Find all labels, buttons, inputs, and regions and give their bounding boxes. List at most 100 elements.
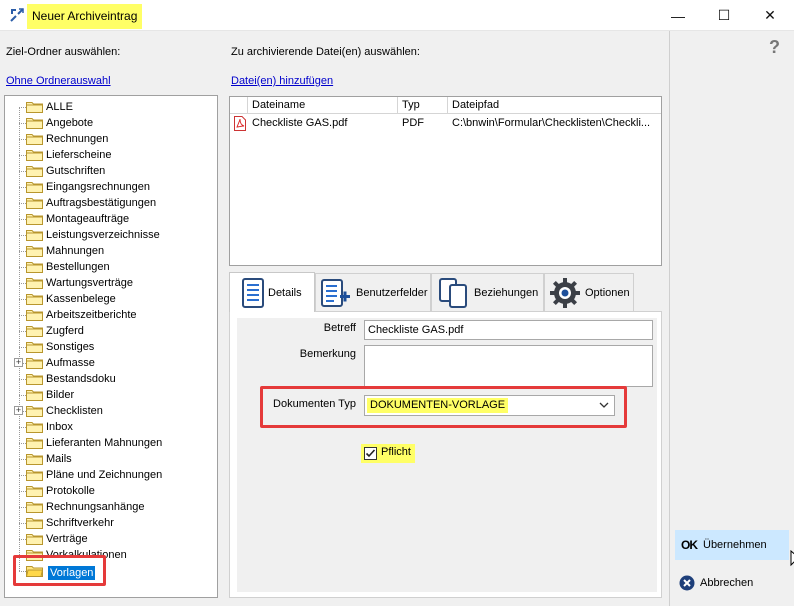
folder-tree-item[interactable]: + Checklisten (5, 403, 215, 419)
folder-icon (26, 262, 43, 273)
maximize-button[interactable]: ☐ (701, 0, 747, 31)
tree-connector (19, 139, 26, 140)
folder-tree-item[interactable]: Bilder (5, 387, 215, 403)
bemerkung-field[interactable] (364, 345, 653, 387)
folder-tree-item[interactable]: Bestellungen (5, 259, 215, 275)
pflicht-checkbox[interactable]: Pflicht (361, 444, 415, 463)
doktyp-value: DOKUMENTEN-VORLAGE (367, 398, 509, 413)
folder-icon (26, 278, 43, 289)
folder-tree-item[interactable]: + Aufmasse (5, 355, 215, 371)
tab-details-label: Details (268, 286, 302, 299)
folder-tree-item[interactable]: Montageaufträge (5, 211, 215, 227)
folder-tree-item[interactable]: Gutschriften (5, 163, 215, 179)
close-icon: ✕ (764, 7, 776, 23)
tree-connector (19, 427, 26, 428)
tab-options[interactable]: Optionen (544, 273, 634, 311)
folder-tree-item[interactable]: Kassenbelege (5, 291, 215, 307)
column-header-path[interactable]: Dateipfad (448, 97, 661, 114)
no-folder-link[interactable]: Ohne Ordnerauswahl (6, 75, 111, 87)
folder-tree-item[interactable]: Protokolle (5, 483, 215, 499)
folder-tree-item[interactable]: Inbox (5, 419, 215, 435)
folder-tree-item-label: Rechnungsanhänge (46, 501, 145, 513)
column-header-filename[interactable]: Dateiname (248, 97, 398, 114)
folder-icon (26, 454, 43, 465)
minimize-button[interactable]: — (655, 0, 701, 31)
folder-icon (26, 438, 43, 449)
betreff-field[interactable]: Checkliste GAS.pdf (364, 320, 653, 340)
window-title: Neuer Archiveintrag (27, 4, 143, 29)
folder-tree-item-label: Protokolle (46, 485, 95, 497)
help-icon[interactable]: ? (769, 37, 780, 58)
file-name-cell: Checkliste GAS.pdf (252, 117, 348, 129)
doktyp-dropdown[interactable]: DOKUMENTEN-VORLAGE (364, 395, 615, 416)
file-path-cell: C:\bnwin\Formular\Checklisten\Checkli... (452, 117, 651, 129)
folder-tree-item-label: Zugferd (46, 325, 84, 337)
folder-icon (26, 166, 43, 177)
folder-icon (26, 150, 43, 161)
relations-icon (439, 277, 467, 308)
folder-tree-item[interactable]: Arbeitszeitberichte (5, 307, 215, 323)
files-heading: Zu archivierende Datei(en) auswählen: (231, 46, 420, 58)
folder-tree-item[interactable]: Rechnungsanhänge (5, 499, 215, 515)
ok-button[interactable]: OK Übernehmen (675, 530, 789, 560)
folder-tree-item[interactable]: Leistungsverzeichnisse (5, 227, 215, 243)
folder-tree-item[interactable]: Pläne und Zeichnungen (5, 467, 215, 483)
tree-connector (19, 299, 26, 300)
folder-icon (26, 486, 43, 497)
folder-tree-item[interactable]: Wartungsverträge (5, 275, 215, 291)
cancel-button-label: Abbrechen (700, 577, 754, 589)
tree-connector (19, 523, 26, 524)
side-panel: ? OK Übernehmen Abbrechen (669, 31, 794, 606)
folder-tree-item[interactable]: Angebote (5, 115, 215, 131)
table-row[interactable]: Checkliste GAS.pdf PDF C:\bnwin\Formular… (230, 115, 661, 132)
folder-tree-item-label: Mails (46, 453, 72, 465)
folder-icon (26, 358, 43, 369)
tree-connector (19, 267, 26, 268)
folder-tree-item-label: Schriftverkehr (46, 517, 114, 529)
folder-tree-item[interactable]: Verträge (5, 531, 215, 547)
folder-tree-item-label: Montageaufträge (46, 213, 130, 225)
folder-tree-item[interactable]: Eingangsrechnungen (5, 179, 215, 195)
folder-tree-item[interactable]: Schriftverkehr (5, 515, 215, 531)
folder-tree-item[interactable]: Auftragsbestätigungen (5, 195, 215, 211)
folder-tree-item[interactable]: Lieferanten Mahnungen (5, 435, 215, 451)
folder-tree-item[interactable]: Mails (5, 451, 215, 467)
tree-connector (19, 443, 26, 444)
folder-tree-item[interactable]: Lieferscheine (5, 147, 215, 163)
folder-tree-item[interactable]: Mahnungen (5, 243, 215, 259)
tree-connector (19, 155, 26, 156)
column-header-type[interactable]: Typ (398, 97, 448, 114)
cancel-button[interactable]: Abbrechen (679, 573, 789, 593)
app-icon (10, 8, 24, 22)
folder-tree-item[interactable]: Rechnungen (5, 131, 215, 147)
folder-tree-item[interactable]: Zugferd (5, 323, 215, 339)
file-list[interactable]: Dateiname Typ Dateipfad Checkliste GAS.p… (229, 96, 662, 266)
folder-tree-item-label: Lieferscheine (46, 149, 112, 161)
folder-tree[interactable]: ALLE Angebote Rechnungen Lieferscheine Gutsc… (4, 95, 218, 598)
folder-tree-item[interactable]: Bestandsdoku (5, 371, 215, 387)
folder-tree-item-label: Leistungsverzeichnisse (46, 229, 160, 241)
folder-icon (26, 518, 43, 529)
maximize-icon: ☐ (717, 7, 731, 23)
folder-tree-item-label: Checklisten (46, 405, 103, 417)
user-fields-icon (321, 278, 350, 307)
folder-icon (26, 182, 43, 193)
folder-tree-item-label: Bilder (46, 389, 75, 401)
expand-icon[interactable]: + (14, 406, 23, 415)
tab-details[interactable]: Details (229, 272, 315, 312)
folder-tree-item-label: Arbeitszeitberichte (46, 309, 137, 321)
folder-tree-item[interactable]: Sonstiges (5, 339, 215, 355)
tab-relations[interactable]: Beziehungen (431, 273, 544, 311)
expand-icon[interactable]: + (14, 358, 23, 367)
folder-tree-item[interactable]: ALLE (5, 99, 215, 115)
tab-user-fields[interactable]: Benutzerfelder (315, 273, 431, 311)
column-header-blank (230, 97, 248, 114)
minimize-icon: — (671, 7, 685, 24)
close-button[interactable]: ✕ (747, 0, 793, 31)
add-files-link[interactable]: Datei(en) hinzufügen (231, 75, 333, 87)
tab-options-label: Optionen (585, 286, 630, 299)
folder-tree-item-label: Bestellungen (46, 261, 110, 273)
folder-tree-item-label: Bestandsdoku (46, 373, 116, 385)
tab-relations-label: Beziehungen (474, 286, 539, 299)
folder-tree-item-label: ALLE (46, 101, 73, 113)
